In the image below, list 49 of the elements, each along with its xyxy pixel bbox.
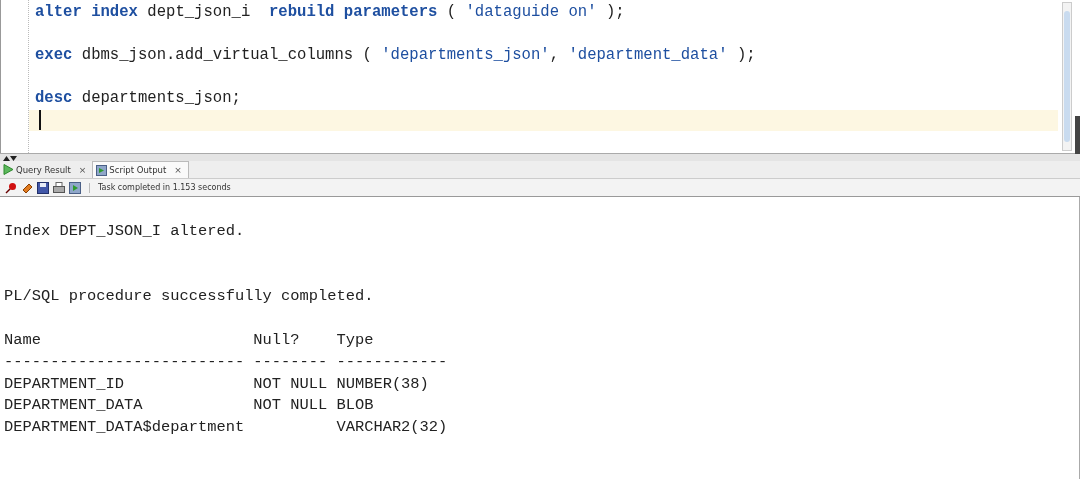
column-header: Name: [4, 330, 42, 351]
sql-keyword: desc: [35, 89, 73, 107]
sql-keyword: index: [91, 3, 138, 21]
sql-keyword: parameters: [343, 3, 438, 21]
sql-keyword: rebuild: [268, 3, 335, 21]
table-cell-text: NOT NULL: [253, 373, 329, 395]
scrollbar-thumb[interactable]: [1075, 116, 1080, 154]
code-text: ,: [549, 46, 560, 64]
column-rule: ------------: [336, 351, 449, 373]
text-cursor: [39, 110, 41, 131]
save-icon[interactable]: [37, 181, 49, 194]
play-icon: [3, 164, 14, 175]
code-editor[interactable]: alter index dept_json_i rebuild parameters ( 'dataguide on' ); exec dbms_json.add_virtual_columns ( 'departments_json', 'department_data' ); desc departments_json;: [0, 0, 1080, 153]
export-icon[interactable]: [69, 181, 81, 194]
output-message: Index DEPT_JSON_I altered.: [4, 221, 246, 242]
table-cell-text: NOT NULL: [253, 395, 329, 417]
column-header: Null?: [253, 330, 301, 351]
tab[interactable]: Query Result ×: [0, 161, 93, 178]
code-text: dept_json_i: [147, 3, 252, 21]
string-literal: 'departments_json': [381, 46, 550, 64]
string-literal: 'department_data': [568, 46, 728, 64]
code-text: dbms_json.add_virtual_columns (: [81, 46, 372, 64]
sql-keyword: alter: [35, 3, 82, 21]
table-cell-text: BLOB: [336, 395, 375, 417]
column-rule: --------------------------: [4, 351, 246, 373]
status-text: Task completed in 1.153 seconds: [98, 183, 231, 192]
column-header: Type: [336, 330, 375, 351]
table-cell-text: DEPARTMENT_DATA: [4, 395, 144, 417]
code-text: );: [736, 46, 756, 64]
eraser-icon[interactable]: [21, 181, 33, 194]
close-icon[interactable]: ×: [78, 164, 87, 175]
column-rule: --------: [253, 351, 329, 373]
table-cell-text: DEPARTMENT_ID: [4, 373, 126, 395]
sql-keyword: exec: [35, 46, 73, 64]
tab[interactable]: Script Output ×: [92, 161, 189, 178]
scrollbar[interactable]: [1062, 2, 1072, 151]
code-text: );: [605, 3, 625, 21]
table-cell-text: DEPARTMENT_DATA$department: [4, 417, 246, 439]
table-cell-text: VARCHAR2(32): [336, 417, 449, 439]
string-literal: 'dataguide on': [465, 3, 597, 21]
code-text: (: [446, 3, 457, 21]
pin-icon[interactable]: [5, 181, 17, 194]
table-cell-text: NUMBER(38): [336, 373, 430, 395]
script-icon: [96, 164, 108, 176]
print-icon[interactable]: [53, 181, 65, 194]
output-message: PL/SQL procedure successfully completed.: [4, 286, 375, 308]
close-icon[interactable]: ×: [174, 165, 182, 175]
collapse-arrows-icon[interactable]: [3, 154, 17, 161]
code-text: departments_json;: [81, 89, 241, 107]
